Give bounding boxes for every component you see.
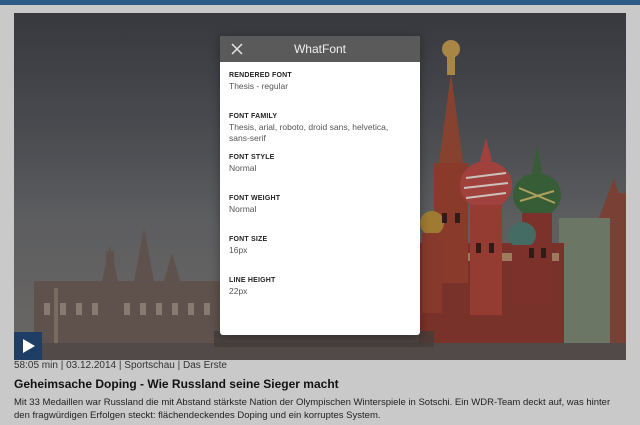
article-summary: Mit 33 Medaillen war Russland die mit Ab… (14, 397, 611, 421)
video-meta: 58:05 min | 03.12.2014 | Sportschau | Da… (14, 360, 227, 371)
close-icon[interactable] (231, 43, 243, 55)
play-button[interactable] (14, 332, 42, 360)
field-value: Thesis - regular (229, 81, 289, 91)
field-line-height: LINE HEIGHT 22px (229, 277, 410, 318)
whatfont-header: WhatFont (220, 36, 420, 62)
field-font-family: FONT FAMILY Thesis, arial, roboto, droid… (229, 113, 410, 154)
play-icon (23, 339, 35, 353)
field-font-size: FONT SIZE 16px (229, 236, 410, 277)
field-label: FONT WEIGHT (229, 195, 281, 202)
field-rendered-font: RENDERED FONT Thesis - regular (229, 72, 410, 113)
article-title[interactable]: Geheimsache Doping - Wie Russland seine … (14, 377, 339, 391)
whatfont-details: RENDERED FONT Thesis - regular FONT FAMI… (220, 62, 420, 318)
site-header-bar (0, 0, 640, 5)
field-value: Normal (229, 204, 257, 214)
field-value: 22px (229, 286, 248, 296)
field-font-weight: FONT WEIGHT Normal (229, 195, 410, 236)
whatfont-title: WhatFont (293, 42, 347, 56)
field-label: FONT FAMILY (229, 113, 278, 120)
field-value: Thesis, arial, roboto, droid sans, helve… (229, 122, 389, 143)
field-label: LINE HEIGHT (229, 277, 276, 284)
field-label: FONT STYLE (229, 154, 275, 161)
field-value: 16px (229, 245, 248, 255)
field-label: FONT SIZE (229, 236, 268, 243)
whatfont-panel: WhatFont RENDERED FONT Thesis - regular … (220, 36, 420, 335)
field-value: Normal (229, 163, 257, 173)
field-font-style: FONT STYLE Normal (229, 154, 410, 195)
field-label: RENDERED FONT (229, 72, 292, 79)
